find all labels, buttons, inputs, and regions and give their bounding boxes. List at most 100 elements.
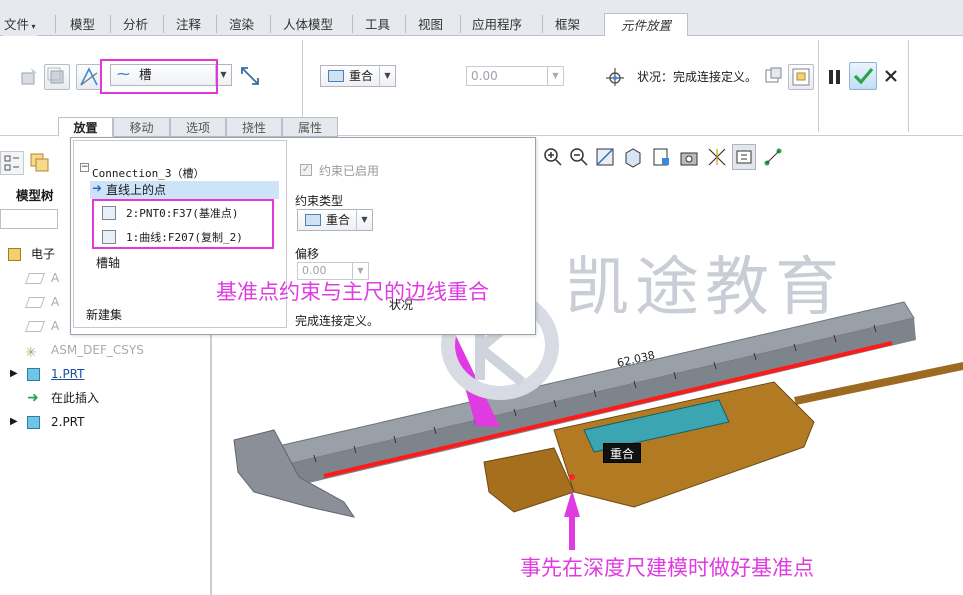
tab-separator [460,15,461,33]
datum-point-marker [569,474,575,480]
annotation-top: 基准点约束与主尺的边线重合 [216,280,489,304]
status-icon [604,66,626,88]
swap-direction-icon[interactable] [238,64,262,88]
subtab-properties[interactable]: 属性 [282,117,338,137]
tree-item-csys[interactable]: ✳ ASM_DEF_CSYS [0,339,212,361]
tab-tools[interactable]: 工具 [363,14,392,36]
annotation-bottom: 事先在深度尺建模时做好基准点 [520,556,814,580]
ribbon-tab-strip: 文件 ▾ 模型 分析 注释 渲染 人体模型 工具 视图 应用程序 框架 元件放置 [0,0,963,37]
chevron-down-icon[interactable]: ▼ [379,66,395,86]
saved-views-icon[interactable] [648,144,672,170]
confirm-check-button[interactable] [849,62,877,90]
subtab-move[interactable]: 移动 [113,117,170,137]
tree-item-part-1[interactable]: ▶ 1.PRT [0,363,212,385]
coincident-icon [305,214,321,226]
tree-item-label: 2.PRT [51,415,85,429]
main-window-icon[interactable] [788,64,814,90]
panel-constraint-type-dropdown[interactable]: 重合 ▼ [297,209,373,231]
tab-component-placement[interactable]: 元件放置 [604,13,688,37]
constraint-icon[interactable] [76,64,102,90]
point-on-line-label: 直线上的点 [106,183,167,197]
highlight-box-connection-type [100,59,218,94]
tab-human-model[interactable]: 人体模型 [281,14,335,36]
panel-status-text: 完成连接定义。 [295,314,380,328]
constraint-type-dropdown[interactable]: 重合 ▼ [320,65,396,87]
expand-arrow-icon[interactable]: ▶ [10,363,18,385]
pause-icon[interactable] [828,68,842,86]
refit-icon[interactable] [592,144,616,170]
subtab-placement[interactable]: 放置 [58,117,113,137]
constraint-enabled-label: 约束已启用 [319,164,380,178]
callout-arrow-bottom-shaft [569,515,575,550]
tab-separator [55,15,56,33]
tree-search-input[interactable] [0,209,58,229]
tree-view-icon[interactable] [0,151,24,175]
cancel-close-icon[interactable] [884,69,898,83]
assembly-icon [8,248,21,261]
coincide-tag: 重合 [603,443,642,463]
annotation-display-icon[interactable] [732,144,756,170]
slot-axis-item[interactable]: 槽轴 [96,254,120,271]
tree-item-label: 1.PRT [51,367,85,381]
subtab-options[interactable]: 选项 [170,117,226,137]
arrow-right-icon: ➜ [92,181,103,195]
datum-plane-icon [24,297,46,308]
tab-separator [270,15,271,33]
connection-name[interactable]: Connection_3（槽） [92,165,204,181]
tab-file[interactable]: 文件 ▾ [2,14,38,36]
tree-item-label: 在此插入 [51,391,100,405]
chevron-down-icon[interactable]: ▼ [547,67,563,85]
tab-applications[interactable]: 应用程序 [470,14,524,36]
constraint-type-label: 约束类型 [295,194,344,208]
status-text: 状况：完成连接定义。 [637,70,758,84]
separate-window-icon[interactable] [762,64,784,86]
tab-annotate[interactable]: 注释 [174,14,203,36]
tree-item-label: A [51,271,60,285]
tree-item-label: A [51,295,60,309]
offset-label: 偏移 [295,247,320,261]
layers-icon[interactable] [27,151,53,175]
collapse-icon[interactable]: − [80,163,89,172]
watermark-text: 凯途教育 [565,251,845,325]
subtab-flexibility[interactable]: 挠性 [226,117,282,137]
ribbon-divider [818,40,819,132]
expand-arrow-icon[interactable]: ▶ [10,411,18,433]
datum-plane-icon [24,273,46,284]
tab-file-label: 文件 [4,17,30,32]
constraint-enabled-checkbox[interactable]: ✓ [300,164,312,176]
zoom-in-icon[interactable] [540,144,564,170]
chevron-down-icon: ▾ [29,22,36,31]
tree-item-part-2[interactable]: ▶ 2.PRT [0,411,212,433]
panel-constraint-type-value: 重合 [326,213,351,227]
part-icon [27,416,40,429]
display-style-icon[interactable] [620,144,644,170]
tree-item-label: A [51,319,60,333]
offset-value: 0.00 [471,69,498,83]
ribbon-divider [908,40,909,132]
spin-center-icon[interactable] [760,144,784,170]
tab-render[interactable]: 渲染 [227,14,256,36]
chevron-down-icon[interactable]: ▼ [356,210,372,230]
placement-interface-icon[interactable] [44,64,70,90]
coordinate-system-icon: ✳ [25,345,37,361]
tab-model[interactable]: 模型 [68,14,97,36]
tab-framework[interactable]: 框架 [553,14,582,36]
new-set-link[interactable]: 新建集 [86,306,122,323]
model-tree-title: 模型树 [16,188,54,203]
datum-display-icon[interactable] [704,144,728,170]
part-icon [27,368,40,381]
highlight-box-references [92,199,274,249]
zoom-out-icon[interactable] [566,144,590,170]
constraint-type-value: 重合 [349,69,374,83]
tree-item-label: ASM_DEF_CSYS [51,343,144,357]
insert-arrow-icon: ➜ [27,390,39,406]
tab-view[interactable]: 视图 [416,14,445,36]
depth-rod [794,362,963,405]
offset-field[interactable]: 0.00 ▼ [466,66,564,86]
point-on-line-row[interactable]: ➜ 直线上的点 [90,181,279,199]
user-defined-icon[interactable] [18,64,40,86]
tree-item-insert-here[interactable]: ➜ 在此插入 [0,387,212,409]
view-manager-icon[interactable] [676,144,700,170]
tab-analysis[interactable]: 分析 [121,14,150,36]
tab-separator [216,15,217,33]
